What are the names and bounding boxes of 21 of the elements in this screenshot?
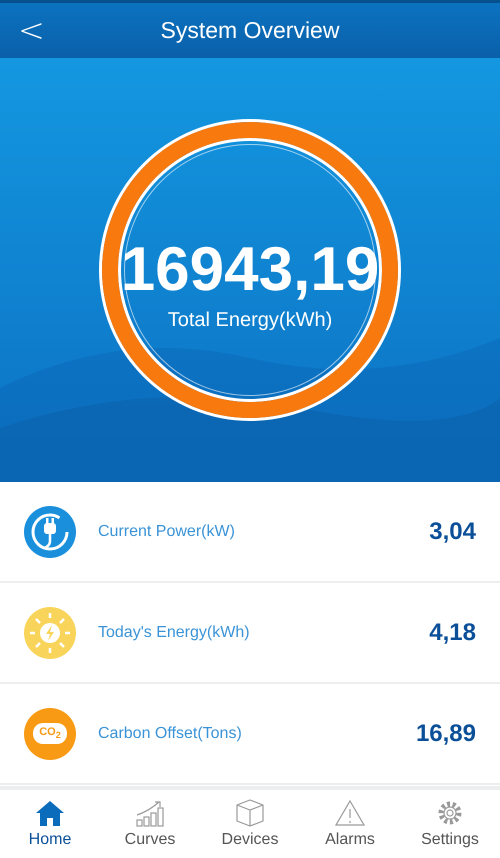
metric-label: Current Power(kW) — [98, 522, 236, 540]
metric-value: 16,89 — [416, 720, 476, 748]
metric-value: 4,18 — [429, 618, 476, 646]
sun-icon — [24, 606, 76, 658]
nav-tab[interactable]: Settings — [400, 790, 500, 858]
nav-tab[interactable]: Curves — [100, 790, 200, 858]
nav-tab[interactable]: Devices — [200, 790, 300, 858]
nav-tab[interactable]: Home — [0, 790, 100, 858]
metric-value: 3,04 — [429, 518, 476, 546]
bar-chart-icon — [135, 799, 165, 827]
co2-cloud-icon: CO$_{2}$ — [24, 708, 76, 760]
home-icon — [35, 799, 65, 827]
metric-label: Today's Energy(kWh) — [98, 624, 251, 642]
warning-icon — [335, 799, 365, 827]
metric-label: Carbon Offset(Tons) — [98, 724, 243, 742]
total-energy-label: Total Energy(kWh) — [168, 308, 332, 332]
screen-title: System Overview — [160, 17, 340, 44]
nav-tab[interactable]: Alarms — [300, 790, 400, 858]
back-button[interactable]: < — [12, 11, 51, 49]
plug-icon — [24, 506, 76, 558]
cube-icon — [235, 799, 265, 827]
